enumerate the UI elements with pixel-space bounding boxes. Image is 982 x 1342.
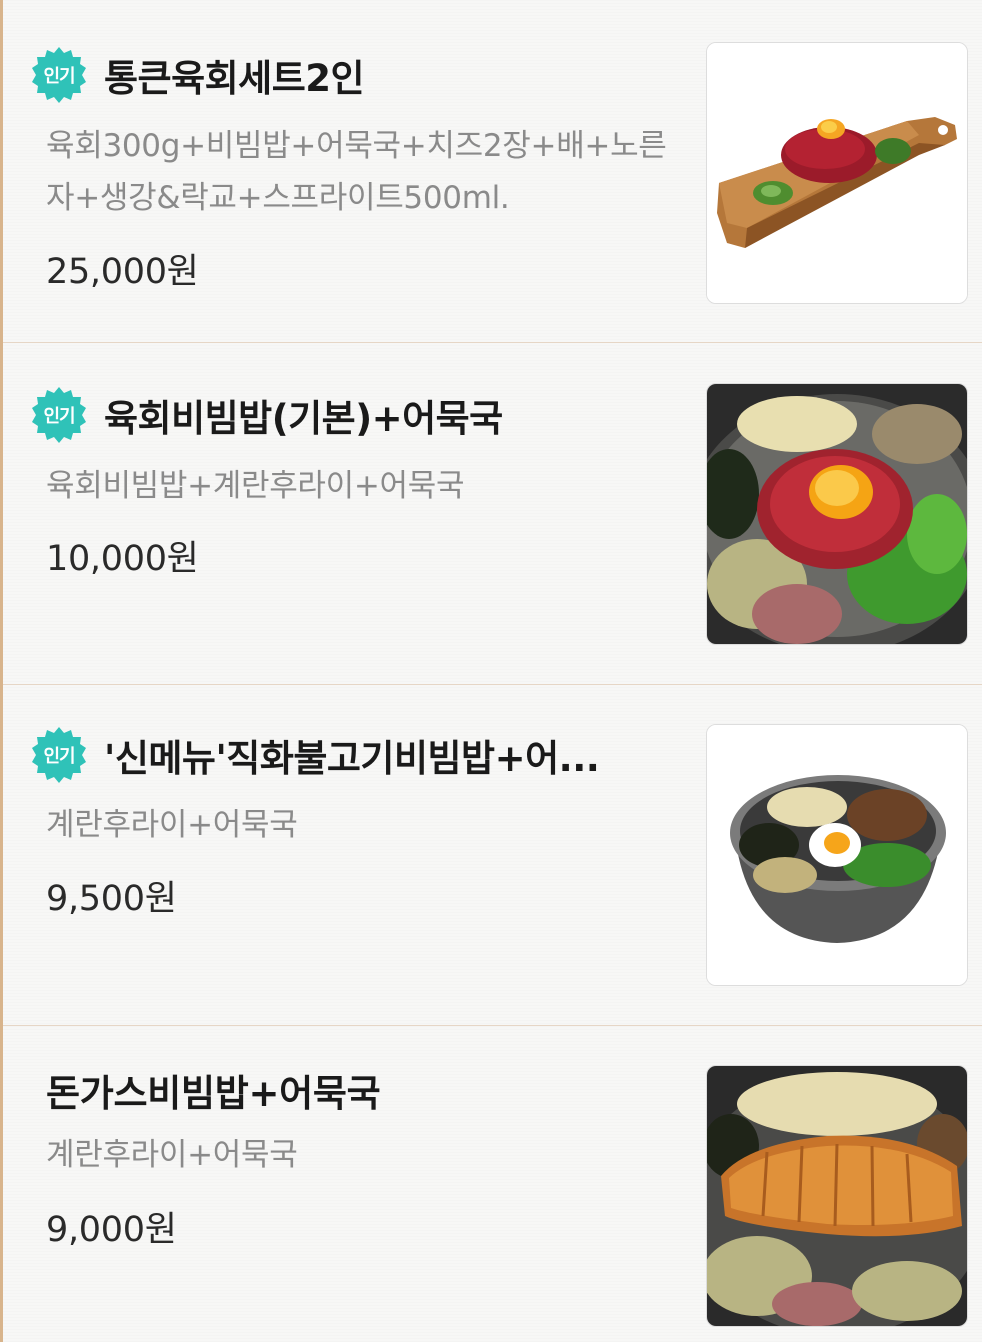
pork-cutlet-bibimbap-photo[interactable] [706, 1065, 968, 1327]
menu-item-description: 육회300g+비빔밥+어묵국+치즈2장+배+노른자+생강&락교+스프라이트500… [46, 128, 667, 216]
menu-item[interactable]: 돈가스비빔밥+어묵국 계란후라이+어묵국 9,000원 [3, 1026, 982, 1342]
menu-item-name[interactable]: '신메뉴'직화불고기비빔밥+어... [104, 728, 599, 782]
menu-item-price: 10,000원 [46, 539, 199, 579]
menu-item-description: 계란후라이+어묵국 [46, 1137, 298, 1173]
menu-item-description: 육회비빔밥+계란후라이+어묵국 [46, 468, 465, 504]
menu-item-name[interactable]: 통큰육회세트2인 [104, 48, 364, 102]
menu-item-name[interactable]: 돈가스비빔밥+어묵국 [46, 1064, 686, 1124]
beef-tartare-bibimbap-photo[interactable] [706, 383, 968, 645]
menu-list: 인기 통큰육회세트2인 육회300g+비빔밥+어묵국+치즈2장+배+노른자+생강… [0, 0, 982, 1342]
menu-item-name[interactable]: 육회비빔밥(기본)+어묵국 [104, 388, 503, 442]
menu-item-description: 계란후라이+어묵국 [46, 807, 298, 843]
menu-item-price: 9,500원 [46, 879, 177, 919]
popular-badge: 인기 [30, 46, 88, 104]
popular-badge: 인기 [30, 386, 88, 444]
menu-item-price: 25,000원 [46, 252, 199, 292]
menu-item[interactable]: 인기 육회비빔밥(기본)+어묵국 육회비빔밥+계란후라이+어묵국 10,000원 [3, 343, 982, 685]
beef-tartare-board-photo[interactable] [706, 42, 968, 304]
bulgogi-bibimbap-photo[interactable] [706, 724, 968, 986]
menu-item[interactable]: 인기 통큰육회세트2인 육회300g+비빔밥+어묵국+치즈2장+배+노른자+생강… [3, 0, 982, 343]
menu-item[interactable]: 인기 '신메뉴'직화불고기비빔밥+어... 계란후라이+어묵국 9,500원 [3, 685, 982, 1026]
menu-item-title-row: 인기 육회비빔밥(기본)+어묵국 [30, 385, 680, 445]
menu-item-title-row: 인기 '신메뉴'직화불고기비빔밥+어... [30, 725, 680, 785]
menu-item-title-row: 인기 통큰육회세트2인 [30, 45, 680, 105]
popular-badge: 인기 [30, 726, 88, 784]
menu-item-price: 9,000원 [46, 1210, 177, 1250]
